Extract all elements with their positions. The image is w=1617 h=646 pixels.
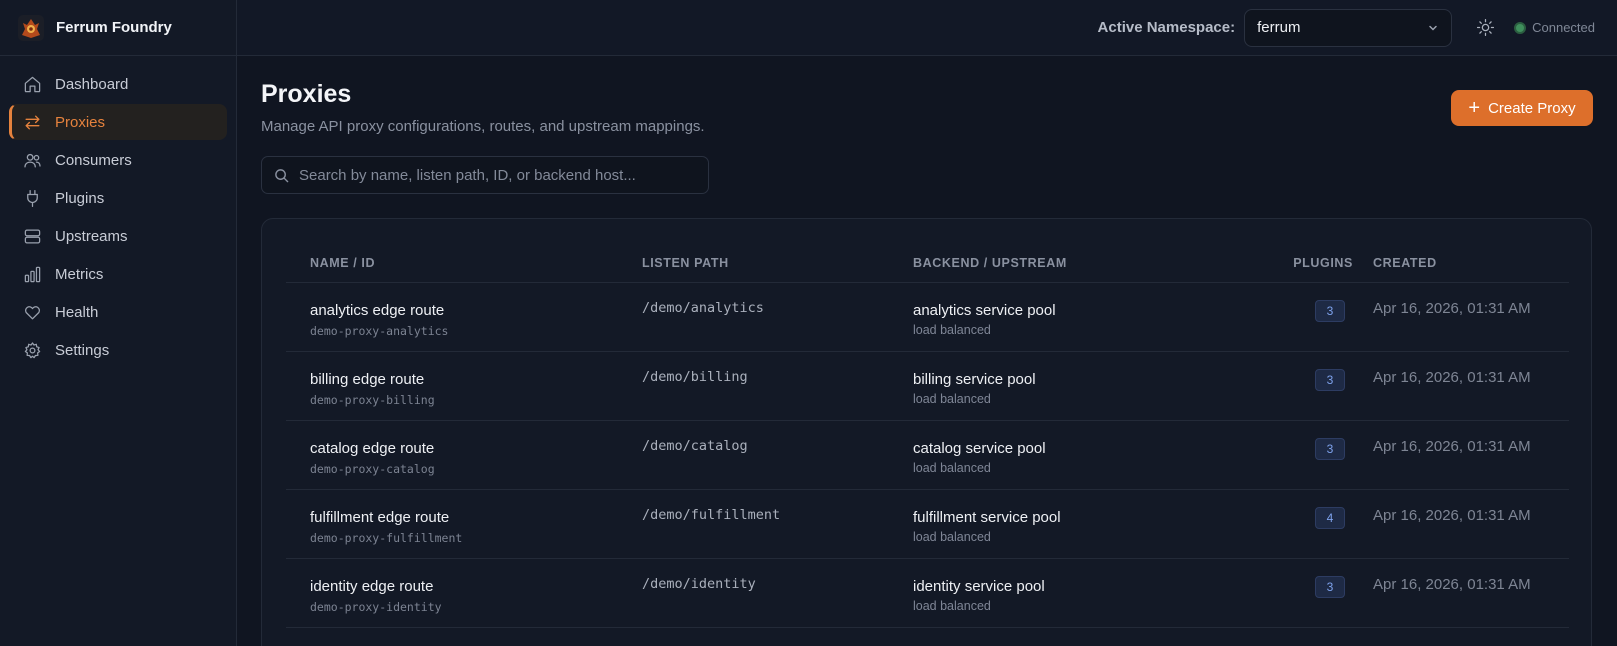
listen-path: /demo/catalog: [642, 438, 748, 454]
backend-name: catalog service pool: [913, 440, 1046, 457]
backend-name: analytics service pool: [913, 302, 1056, 319]
backend-mode: load balanced: [913, 323, 991, 337]
plugins-count-badge: 4: [1315, 507, 1345, 529]
heart-icon: [25, 305, 40, 319]
sidebar-item-label: Consumers: [55, 151, 132, 169]
proxy-name: catalog edge route: [310, 440, 435, 457]
sidebar-item-label: Metrics: [55, 265, 104, 283]
proxy-id: demo-proxy-billing: [310, 393, 435, 407]
listen-path: /demo/fulfillment: [642, 507, 781, 523]
proxy-id: demo-proxy-catalog: [310, 462, 435, 476]
created-date: Apr 16, 2026, 01:31 AM: [1373, 438, 1531, 455]
main-content: Active Namespace: ferrum Connected Proxi…: [237, 0, 1617, 646]
table-header: NAME / ID LISTEN PATH BACKEND / UPSTREAM…: [286, 243, 1569, 283]
backend-mode: load balanced: [913, 599, 991, 613]
proxy-name: fulfillment edge route: [310, 509, 450, 526]
theme-toggle-button[interactable]: [1470, 13, 1500, 43]
plug-icon: [27, 189, 38, 207]
table-row[interactable]: analytics edge route demo-proxy-analytics…: [286, 283, 1569, 352]
backend-mode: load balanced: [913, 461, 991, 475]
listen-path: /demo/billing: [642, 369, 748, 385]
server-icon: [24, 229, 41, 243]
namespace-value: ferrum: [1257, 19, 1301, 36]
sidebar-item-label: Plugins: [55, 189, 105, 207]
namespace-label: Active Namespace:: [1097, 19, 1236, 36]
brand[interactable]: Ferrum Foundry: [0, 0, 236, 56]
page-content: Proxies Manage API proxy configurations,…: [237, 56, 1617, 646]
sidebar-item-plugins[interactable]: Plugins: [9, 180, 227, 216]
sidebar-item-label: Upstreams: [55, 227, 128, 245]
connection-status-label: Connected: [1532, 20, 1595, 35]
plugins-count-badge: 3: [1315, 576, 1345, 598]
plugins-count-badge: 3: [1315, 438, 1345, 460]
home-icon: [24, 76, 41, 92]
created-date: Apr 16, 2026, 01:31 AM: [1373, 300, 1531, 317]
page-header: Proxies Manage API proxy configurations,…: [261, 56, 1593, 156]
backend-mode: load balanced: [913, 392, 991, 406]
column-header-plugins[interactable]: PLUGINS: [1249, 256, 1357, 270]
plugins-count-badge: 3: [1315, 369, 1345, 391]
sidebar-item-upstreams[interactable]: Upstreams: [9, 218, 227, 254]
status-dot-icon: [1514, 21, 1527, 34]
sidebar-item-proxies[interactable]: Proxies: [9, 104, 227, 140]
page-title: Proxies: [261, 80, 352, 108]
sidebar-item-dashboard[interactable]: Dashboard: [9, 66, 227, 102]
proxy-id: demo-proxy-fulfillment: [310, 531, 463, 545]
backend-name: fulfillment service pool: [913, 509, 1061, 526]
table-row[interactable]: billing edge route demo-proxy-billing /de…: [286, 352, 1569, 421]
proxy-id: demo-proxy-analytics: [310, 324, 449, 338]
plugins-count-badge: 3: [1315, 300, 1345, 322]
proxy-name: billing edge route: [310, 371, 425, 388]
backend-name: identity service pool: [913, 578, 1045, 595]
sidebar-item-label: Proxies: [55, 113, 106, 131]
chevron-down-icon: [1429, 25, 1437, 31]
namespace-select[interactable]: ferrum: [1244, 8, 1453, 47]
sidebar-item-label: Dashboard: [55, 75, 129, 93]
sidebar-item-metrics[interactable]: Metrics: [9, 256, 227, 292]
create-proxy-label: Create Proxy: [1488, 99, 1576, 117]
backend-name: billing service pool: [913, 371, 1036, 388]
table-row[interactable]: fulfillment edge route demo-proxy-fulfill…: [286, 490, 1569, 559]
ferrum-logo-icon: [18, 14, 44, 41]
sidebar-nav: Dashboard Proxies Consumers Plugins Upst…: [0, 56, 236, 380]
topbar: Active Namespace: ferrum Connected: [237, 0, 1617, 56]
sidebar-item-consumers[interactable]: Consumers: [9, 142, 227, 178]
sidebar-item-health[interactable]: Health: [9, 294, 227, 330]
column-header-backend[interactable]: BACKEND / UPSTREAM: [913, 256, 1249, 270]
create-proxy-button[interactable]: + Create Proxy: [1451, 90, 1593, 126]
search-box[interactable]: [261, 156, 709, 194]
sidebar-item-label: Settings: [55, 341, 110, 359]
column-header-created[interactable]: CREATED: [1357, 256, 1569, 270]
users-icon: [24, 153, 41, 167]
proxy-id: demo-proxy-identity: [310, 600, 442, 614]
column-header-listen-path[interactable]: LISTEN PATH: [642, 256, 913, 270]
brand-name: Ferrum Foundry: [56, 19, 172, 36]
search-icon: [275, 168, 289, 182]
created-date: Apr 16, 2026, 01:31 AM: [1373, 576, 1531, 593]
sidebar: Ferrum Foundry Dashboard Proxies Consume…: [0, 0, 237, 646]
table-row[interactable]: catalog edge route demo-proxy-catalog /de…: [286, 421, 1569, 490]
sidebar-item-settings[interactable]: Settings: [9, 332, 227, 368]
sidebar-item-label: Health: [55, 303, 99, 321]
created-date: Apr 16, 2026, 01:31 AM: [1373, 369, 1531, 386]
proxies-table: NAME / ID LISTEN PATH BACKEND / UPSTREAM…: [261, 218, 1592, 646]
listen-path: /demo/identity: [642, 576, 756, 592]
page-subtitle: Manage API proxy configurations, routes,…: [261, 118, 705, 135]
swap-arrows-icon: [25, 114, 40, 130]
listen-path: /demo/analytics: [642, 300, 764, 316]
plus-icon: +: [1468, 97, 1481, 119]
gear-icon: [24, 341, 41, 358]
connection-status: Connected: [1514, 20, 1595, 35]
bar-chart-icon: [24, 266, 41, 282]
proxy-name: analytics edge route: [310, 302, 445, 319]
created-date: Apr 16, 2026, 01:31 AM: [1373, 507, 1531, 524]
backend-mode: load balanced: [913, 530, 991, 544]
column-header-name[interactable]: NAME / ID: [286, 256, 642, 270]
sun-icon: [1476, 18, 1494, 37]
search-input[interactable]: [299, 166, 689, 184]
table-row[interactable]: identity edge route demo-proxy-identity /…: [286, 559, 1569, 628]
proxy-name: identity edge route: [310, 578, 434, 595]
